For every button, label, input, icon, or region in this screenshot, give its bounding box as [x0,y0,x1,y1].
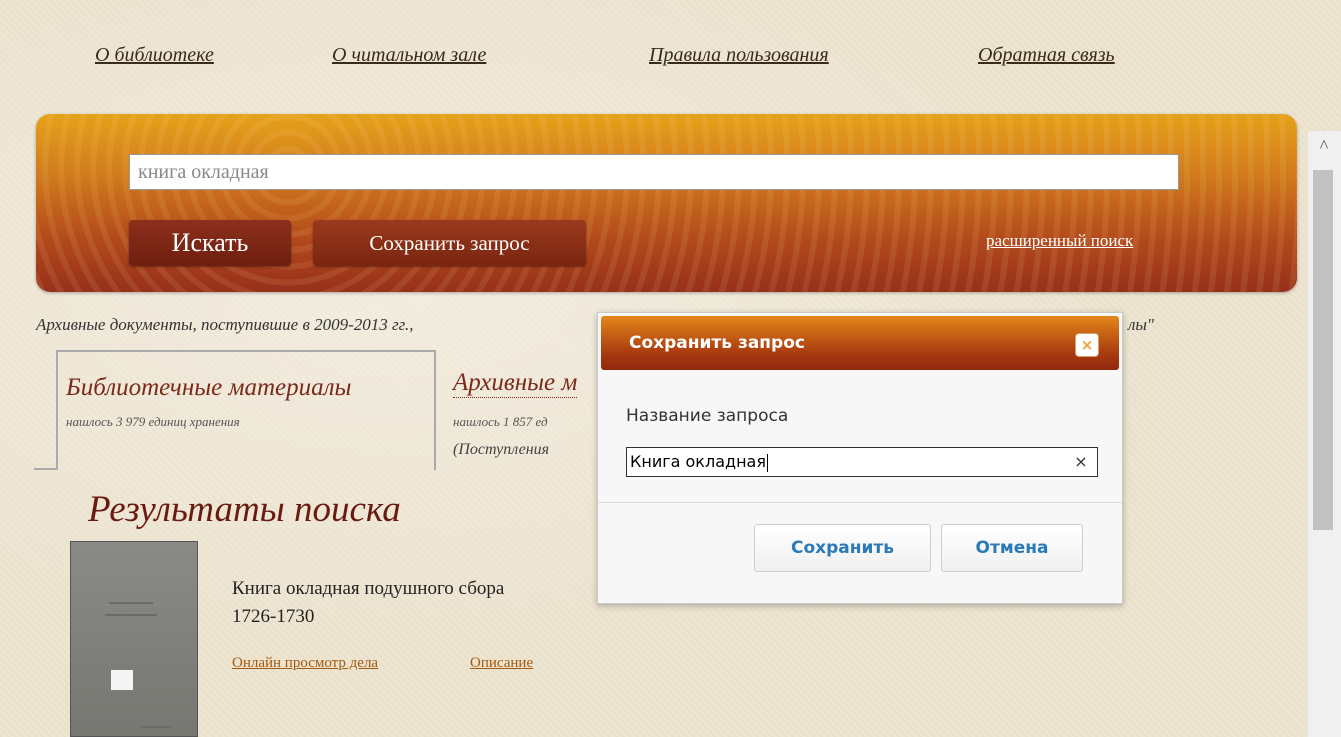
thumb-scribble [105,614,157,616]
chevron-up-icon[interactable]: ^ [1312,134,1336,158]
dialog-save-button[interactable]: Сохранить [754,524,931,572]
nav-feedback[interactable]: Обратная связь [978,44,1115,67]
nav-about-reading-room[interactable]: О читальном зале [332,44,486,67]
result-thumbnail[interactable] [70,541,198,737]
dialog-cancel-button[interactable]: Отмена [941,524,1083,572]
search-button[interactable]: Искать [129,220,291,266]
thumb-label [111,670,133,690]
thumb-scribble [141,726,171,728]
dialog-divider [598,502,1122,503]
thumb-scribble [109,602,153,604]
tab-archive-materials-count: нашлось 1 857 ед [453,414,548,429]
tab-archive-materials-extra: (Поступления [453,441,550,458]
tab-library-materials-count: нашлось 3 979 единиц хранения [66,414,240,429]
query-name-label: Название запроса [626,406,789,426]
advanced-search-link[interactable]: расширенный поиск [986,231,1133,251]
notice-tail: лы" [1128,315,1155,334]
query-name-value: Книга окладная [630,452,766,471]
description-link[interactable]: Описание [470,655,533,672]
tab-library-materials[interactable] [34,350,436,470]
tab-archive-materials-title[interactable]: Архивные м [453,369,578,398]
clear-icon[interactable]: × [1070,451,1092,473]
nav-rules[interactable]: Правила пользования [649,44,829,67]
close-icon[interactable]: × [1075,333,1099,357]
nav-about-library[interactable]: О библиотеке [95,44,214,67]
query-name-input[interactable]: Книга окладная [626,447,1098,477]
text-caret [766,453,768,472]
notice-main: Архивные документы, поступившие в 2009-2… [36,315,414,334]
results-title: Результаты поиска [88,489,401,530]
dialog-title: Сохранить запрос [629,333,805,353]
result-title: Книга окладная подушного сбора [232,578,505,599]
result-years: 1726-1730 [232,606,315,627]
save-query-dialog: Сохранить запрос × Название запроса Книг… [597,312,1123,604]
save-query-button[interactable]: Сохранить запрос [313,220,586,266]
online-view-link[interactable]: Онлайн просмотр дела [232,655,378,672]
dialog-header: Сохранить запрос × [601,316,1119,370]
tab-library-materials-title[interactable]: Библиотечные материалы [66,374,351,402]
scrollbar-thumb[interactable] [1313,170,1333,530]
search-input[interactable]: книга окладная [129,154,1179,190]
result-item: Книга окладная подушного сбора 1726-1730 [232,575,504,631]
